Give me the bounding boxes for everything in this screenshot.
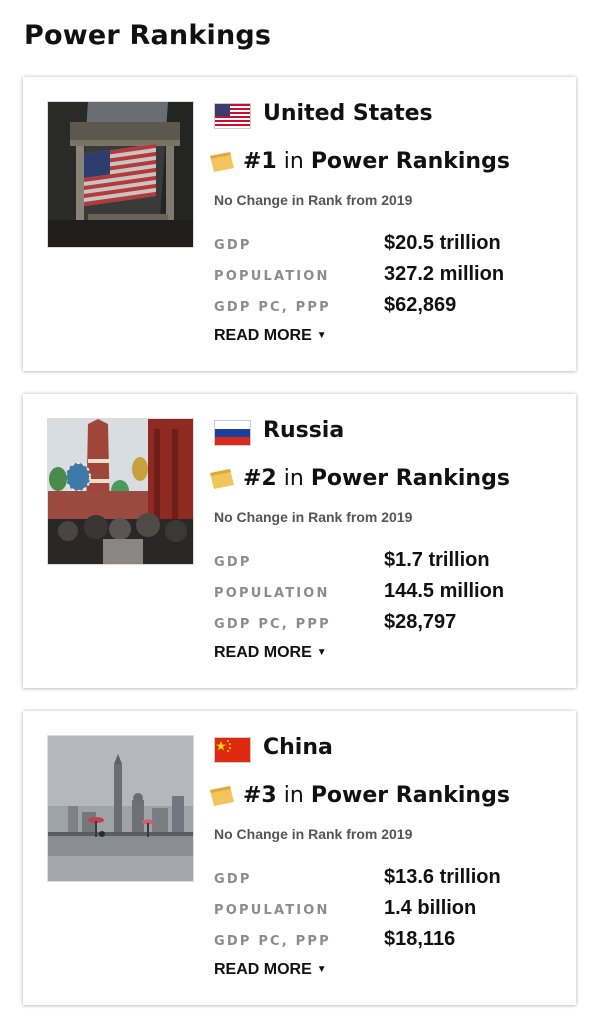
read-more-button[interactable]: READ MORE ▼ [214,644,327,662]
stat-value: $18,116 [384,928,456,950]
chevron-down-icon: ▼ [316,647,327,658]
stat-value: $20.5 trillion [384,232,501,254]
stat-label: GDP PC, PPP [214,617,331,632]
stat-value: 327.2 million [384,263,505,285]
rank-in-label: in [283,149,304,174]
country-name[interactable]: United States [263,101,433,126]
stat-value: $62,869 [384,294,457,316]
chevron-down-icon: ▼ [316,330,327,341]
rank-text: #2 in Power Rankings [243,466,510,491]
stats-list: GDP $13.6 trillion POPULATION 1.4 billio… [214,866,554,959]
stat-row-gdp: GDP $1.7 trillion [214,549,554,580]
rank-list-link[interactable]: Power Rankings [311,783,510,808]
stat-row-population: POPULATION 1.4 billion [214,897,554,928]
rank-in-label: in [283,783,304,808]
country-name[interactable]: Russia [263,418,344,443]
stat-row-gdp-pc: GDP PC, PPP $28,797 [214,611,554,642]
country-photo[interactable] [47,735,194,882]
stat-value: $1.7 trillion [384,549,490,571]
country-card-united-states: United States #1 in Power Rankings No Ch… [23,77,576,371]
page-title: Power Rankings [24,20,272,51]
rank-badge-icon [210,786,234,806]
stat-value: 1.4 billion [384,897,477,919]
country-name[interactable]: China [263,735,333,760]
stat-row-gdp-pc: GDP PC, PPP $18,116 [214,928,554,959]
stat-value: $28,797 [384,611,457,633]
read-more-label: READ MORE [214,644,312,661]
rank-list-link[interactable]: Power Rankings [311,466,510,491]
stat-label: POPULATION [214,903,330,918]
stat-value: $13.6 trillion [384,866,501,888]
russia-flag-icon [214,420,251,446]
rank-badge-icon [210,469,234,489]
rank-in-label: in [283,466,304,491]
china-flag-icon [214,737,251,763]
stat-row-population: POPULATION 327.2 million [214,263,554,294]
country-photo[interactable] [47,418,194,565]
read-more-label: READ MORE [214,961,312,978]
rank-change-text: No Change in Rank from 2019 [214,509,413,525]
stat-row-population: POPULATION 144.5 million [214,580,554,611]
country-card-russia: Russia #2 in Power Rankings No Change in… [23,394,576,688]
stat-label: GDP PC, PPP [214,300,331,315]
rank-change-text: No Change in Rank from 2019 [214,192,413,208]
rank-number: #3 [243,783,277,808]
read-more-button[interactable]: READ MORE ▼ [214,961,327,979]
stat-label: GDP [214,238,252,253]
rank-list-link[interactable]: Power Rankings [311,149,510,174]
stat-row-gdp: GDP $13.6 trillion [214,866,554,897]
chevron-down-icon: ▼ [316,964,327,975]
country-photo[interactable] [47,101,194,248]
read-more-label: READ MORE [214,327,312,344]
stat-row-gdp-pc: GDP PC, PPP $62,869 [214,294,554,325]
stats-list: GDP $20.5 trillion POPULATION 327.2 mill… [214,232,554,325]
stat-label: GDP [214,872,252,887]
country-card-china: China #3 in Power Rankings No Change in … [23,711,576,1005]
rank-number: #1 [243,149,277,174]
stats-list: GDP $1.7 trillion POPULATION 144.5 milli… [214,549,554,642]
stat-row-gdp: GDP $20.5 trillion [214,232,554,263]
rank-change-text: No Change in Rank from 2019 [214,826,413,842]
rank-text: #1 in Power Rankings [243,149,510,174]
stat-value: 144.5 million [384,580,505,602]
rank-badge-icon [210,152,234,172]
stat-label: POPULATION [214,586,330,601]
rank-number: #2 [243,466,277,491]
stat-label: POPULATION [214,269,330,284]
read-more-button[interactable]: READ MORE ▼ [214,327,327,345]
rank-text: #3 in Power Rankings [243,783,510,808]
us-flag-icon [214,103,251,129]
stat-label: GDP [214,555,252,570]
stat-label: GDP PC, PPP [214,934,331,949]
